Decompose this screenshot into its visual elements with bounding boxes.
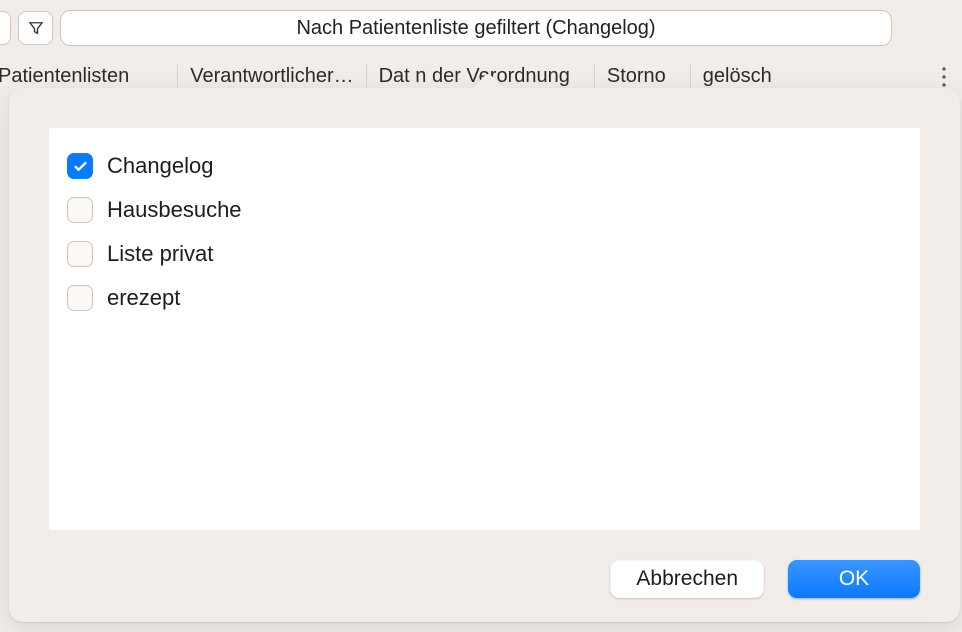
list-item[interactable]: Hausbesuche: [67, 188, 902, 232]
search-text: Nach Patientenliste gefiltert (Changelog…: [296, 17, 655, 40]
vertical-dots-icon: [941, 66, 947, 88]
list-item-label: Changelog: [107, 153, 213, 179]
cancel-button[interactable]: Abbrechen: [610, 560, 764, 598]
list-item-label: Liste privat: [107, 241, 213, 267]
toolbar-button-left[interactable]: [0, 11, 11, 45]
column-separator: [177, 64, 178, 90]
checkbox-changelog[interactable]: [67, 153, 93, 179]
list-item[interactable]: erezept: [67, 276, 902, 320]
search-field[interactable]: Nach Patientenliste gefiltert (Changelog…: [60, 10, 892, 46]
checkbox-liste-privat[interactable]: [67, 241, 93, 267]
column-separator: [690, 64, 691, 90]
ok-button[interactable]: OK: [788, 560, 920, 598]
funnel-icon: [27, 19, 45, 37]
list-item-label: erezept: [107, 285, 180, 311]
filter-list: Changelog Hausbesuche Liste privat ereze…: [49, 128, 920, 530]
filter-button[interactable]: [18, 11, 53, 45]
column-separator: [366, 64, 367, 90]
checkbox-erezept[interactable]: [67, 285, 93, 311]
list-item[interactable]: Liste privat: [67, 232, 902, 276]
list-item-label: Hausbesuche: [107, 197, 242, 223]
toolbar: Nach Patientenliste gefiltert (Changelog…: [0, 0, 962, 54]
filter-popover: Changelog Hausbesuche Liste privat ereze…: [9, 88, 960, 622]
column-separator: [594, 64, 595, 90]
checkbox-hausbesuche[interactable]: [67, 197, 93, 223]
list-item[interactable]: Changelog: [67, 144, 902, 188]
check-icon: [72, 158, 89, 175]
square-icon: [0, 19, 3, 37]
dialog-buttons: Abbrechen OK: [49, 530, 920, 598]
